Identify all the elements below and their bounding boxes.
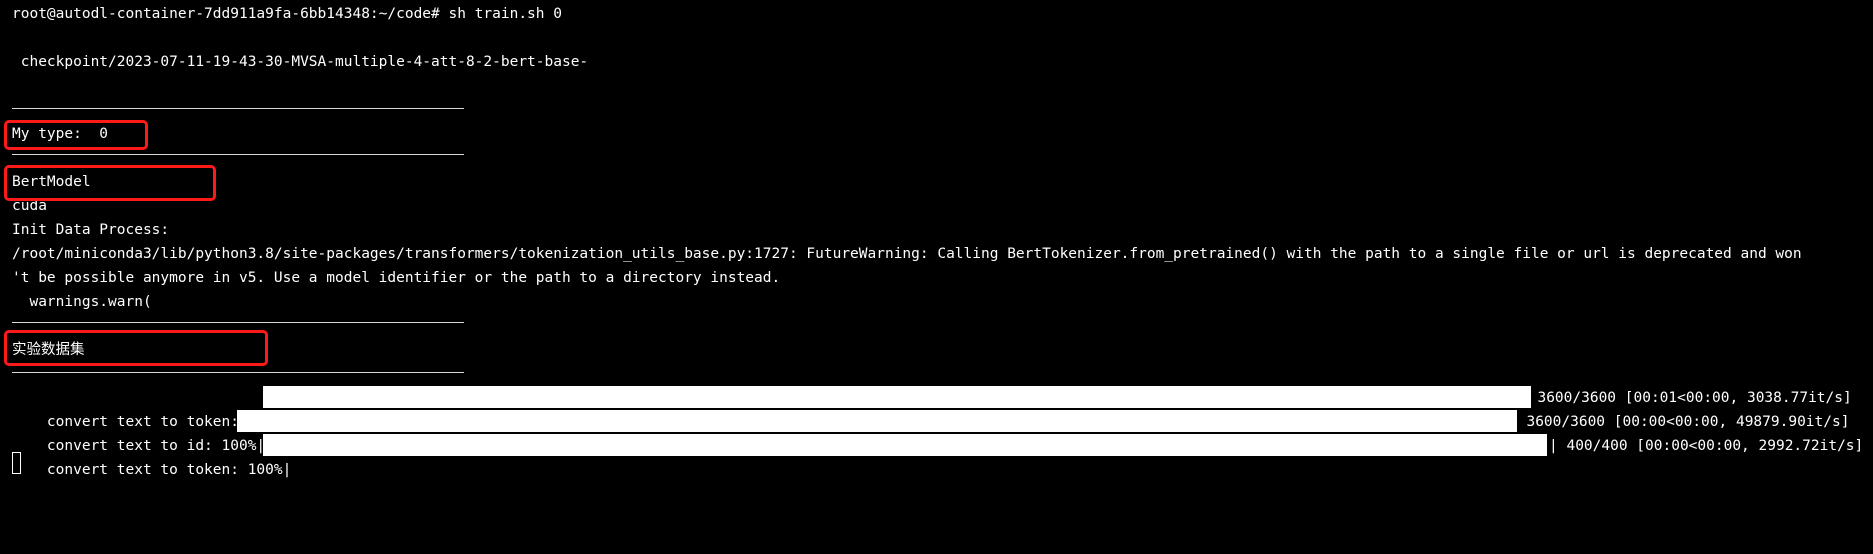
prompt-line: root@autodl-container-7dd911a9fa-6bb1434…: [12, 6, 562, 22]
separator-line: [12, 372, 464, 373]
warning-line: 't be possible anymore in v5. Use a mode…: [12, 270, 781, 286]
progress-fill: [263, 434, 1547, 456]
highlight-box-model: [4, 165, 216, 201]
separator-line: [12, 108, 464, 109]
progress-bar-row: convert text to id: 100%| | 3600/3600 [0…: [12, 410, 1862, 454]
progress-label: convert text to token: 100%|: [46, 462, 292, 478]
separator-line: [12, 322, 464, 323]
progress-stats: | 400/400 [00:00<00:00, 2992.72it/s]: [1549, 438, 1864, 454]
init-line: Init Data Process:: [12, 222, 170, 238]
highlight-box-dataset: [4, 330, 268, 366]
warning-line: /root/miniconda3/lib/python3.8/site-pack…: [12, 246, 1802, 262]
text-cursor: [12, 452, 21, 474]
terminal-window[interactable]: root@autodl-container-7dd911a9fa-6bb1434…: [0, 0, 1873, 489]
checkpoint-line: checkpoint/2023-07-11-19-43-30-MVSA-mult…: [12, 54, 589, 70]
progress-stats: | 3600/3600 [00:01<00:00, 3038.77it/s]: [1520, 390, 1852, 406]
progress-fill: [263, 386, 1531, 408]
warning-line: warnings.warn(: [12, 294, 152, 310]
progress-stats: | 3600/3600 [00:00<00:00, 49879.90it/s]: [1509, 414, 1850, 430]
progress-fill: [237, 410, 1517, 432]
progress-bar-row: convert text to token: 100%| | 400/400 […: [12, 434, 1864, 478]
separator-line: [12, 154, 464, 155]
progress-bar-row: convert text to token: 100%| | 3600/3600…: [12, 386, 1862, 430]
highlight-box-my-type: [4, 120, 148, 150]
